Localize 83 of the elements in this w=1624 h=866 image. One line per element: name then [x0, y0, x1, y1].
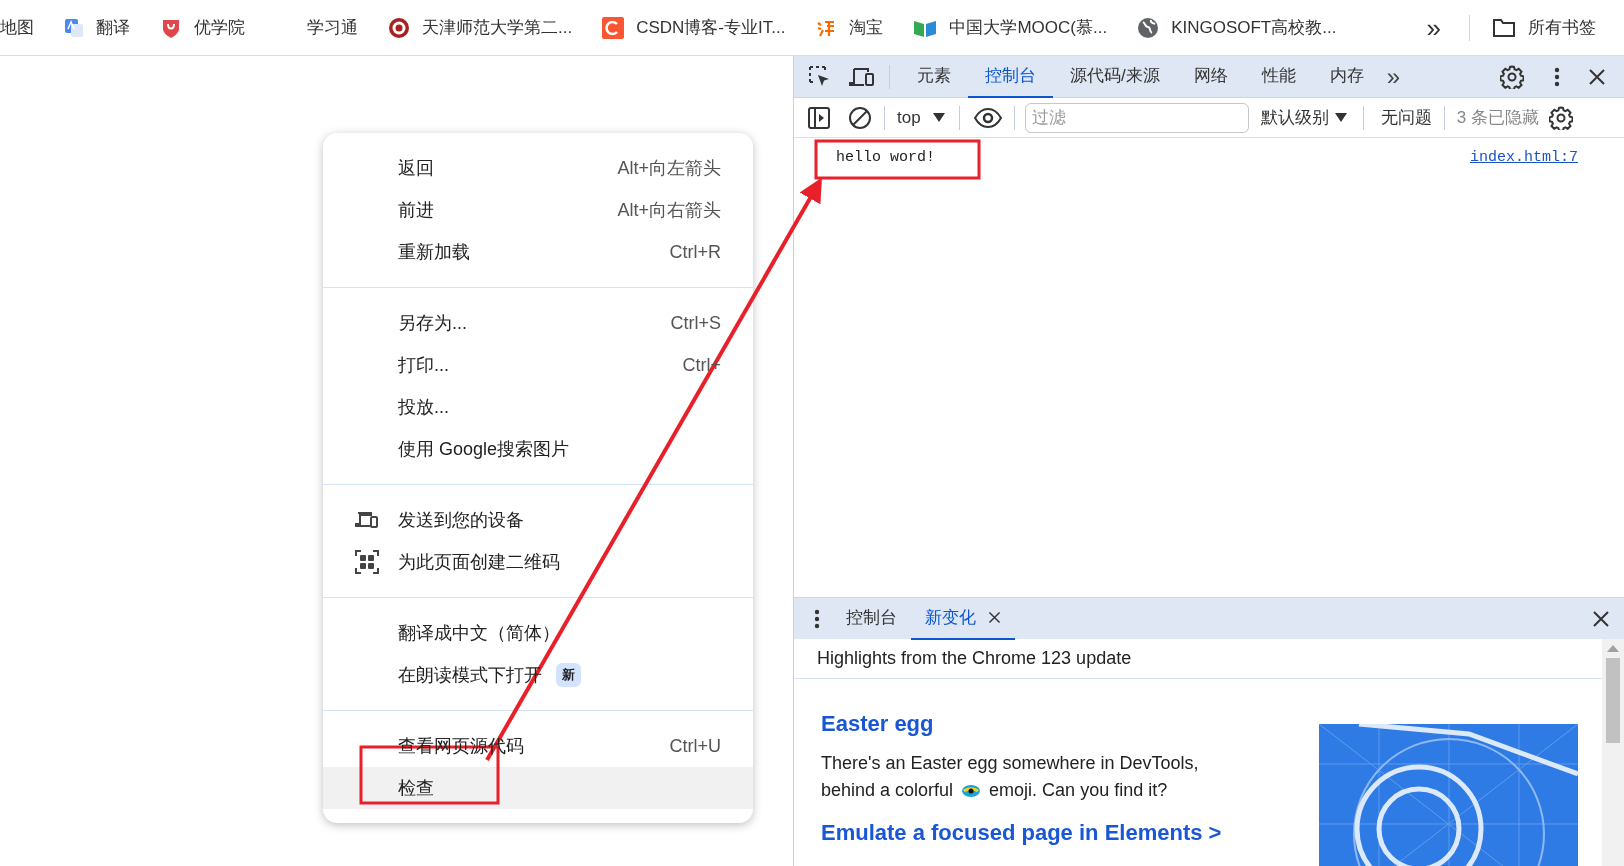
menu-item[interactable]: 翻译成中文（简体） [323, 612, 753, 654]
new-badge: 新 [556, 663, 581, 687]
shortcut-text: Ctrl+U [669, 734, 721, 758]
shortcut-text: Alt+向右箭头 [617, 198, 721, 222]
translate-icon [64, 17, 84, 38]
more-bookmarks-button[interactable]: » [1416, 14, 1451, 41]
menu-item[interactable]: 返回 Alt+向左箭头 [323, 147, 753, 189]
shortcut-text: Ctrl+R [669, 240, 721, 264]
more-options-icon[interactable] [1554, 66, 1560, 87]
bookmark-link[interactable]: 翻译 [64, 14, 130, 41]
menu-item[interactable]: 重新加载 Ctrl+R [323, 231, 753, 273]
more-tabs-button[interactable]: » [1380, 64, 1407, 89]
tab-label: 控制台 [846, 606, 897, 629]
menu-item[interactable]: 使用 Google搜索图片 [323, 428, 753, 470]
menu-item-label: 返回 [398, 156, 434, 180]
bookmark-link[interactable]: 中国大学MOOC(慕... [913, 14, 1108, 41]
body-text: emoji. Can you find it? [989, 779, 1168, 802]
menu-item[interactable]: 前进 Alt+向右箭头 [323, 189, 753, 231]
console-message: hello word! [836, 147, 936, 168]
drawer-tab[interactable]: 新变化 [911, 597, 1015, 640]
devtools-tab[interactable]: 内存 [1312, 55, 1381, 98]
filter-field[interactable]: 过滤 [1024, 102, 1249, 133]
drawer-tab[interactable]: 控制台 [832, 597, 911, 640]
menu-item-label: 打印... [398, 353, 449, 377]
settings-icon[interactable] [1548, 105, 1573, 130]
whats-new-header: Highlights from the Chrome 123 update [794, 639, 1602, 679]
hidden-count: 3 条已隐藏 [1456, 106, 1539, 129]
menu-item-label: 使用 Google搜索图片 [398, 437, 570, 461]
tab-label: 新变化 [925, 606, 976, 629]
c-logo-icon [602, 16, 625, 39]
body-text: behind a colorful [821, 779, 954, 802]
bookmark-link[interactable]: 淘宝 [815, 14, 884, 41]
menu-item-label: 检查 [398, 776, 434, 800]
menu-item-label: 另存为... [398, 311, 467, 335]
sidebar-toggle-icon[interactable] [808, 106, 830, 129]
clear-console-icon[interactable] [848, 105, 872, 130]
devtools-tab[interactable]: 元素 [900, 55, 968, 98]
caret-icon [932, 113, 945, 122]
settings-icon[interactable] [1500, 64, 1524, 89]
issues-button[interactable]: 无问题 [1380, 104, 1432, 131]
bookmark-link[interactable]: 学习通 [275, 14, 358, 41]
close-icon[interactable] [1592, 609, 1610, 628]
menu-item[interactable]: 为此页面创建二维码 [323, 541, 753, 583]
globe-icon [1137, 16, 1160, 39]
feature-heading[interactable]: Easter egg [821, 707, 1602, 740]
devtools-tab[interactable]: 网络 [1176, 55, 1245, 98]
more-options-icon[interactable] [814, 608, 820, 629]
devtools-tab[interactable]: 源代码/来源 [1053, 55, 1177, 98]
bookmark-link[interactable]: CSDN博客-专业IT... [602, 14, 786, 41]
all-bookmarks-link[interactable]: 所有书签 [1492, 14, 1596, 41]
caret-icon [1334, 113, 1347, 122]
menu-item-label: 前进 [398, 198, 434, 222]
globe-emoji-icon [961, 782, 982, 799]
feature-heading[interactable]: Emulate a focused page in Elements > [821, 816, 1602, 849]
menu-item[interactable]: 发送到您的设备 [323, 499, 753, 541]
devices-icon [355, 511, 379, 529]
menu-item-label: 重新加载 [398, 240, 470, 264]
shortcut-text: Ctrl+S [670, 311, 721, 335]
seal-icon [388, 16, 410, 39]
body-text: There's an Easter egg somewhere in DevTools, [821, 752, 1199, 775]
log-level-dropdown[interactable]: 默认级别 [1260, 104, 1347, 131]
qr-code-icon [355, 550, 379, 574]
shortcut-text: Alt+向左箭头 [617, 156, 721, 180]
bookmark-link[interactable]: 地图 [0, 14, 34, 41]
eye-icon[interactable] [973, 107, 1002, 128]
menu-item-label: 翻译成中文（简体） [398, 621, 560, 645]
menu-item-label: 发送到您的设备 [398, 508, 524, 532]
context-dropdown[interactable]: top [897, 104, 945, 131]
menu-item[interactable]: 投放... [323, 386, 753, 428]
bookmark-link[interactable]: 天津师范大学第二... [388, 14, 573, 41]
close-icon[interactable] [988, 611, 1001, 624]
close-icon[interactable] [1588, 67, 1606, 86]
menu-item[interactable]: 另存为... Ctrl+S [323, 302, 753, 344]
menu-item[interactable]: 检查 [323, 767, 753, 809]
devtools-tab[interactable]: 性能 [1244, 55, 1313, 98]
scrollbar-thumb[interactable] [1606, 658, 1620, 743]
menu-item-label: 投放... [398, 395, 449, 419]
menu-item-label: 为此页面创建二维码 [398, 550, 560, 574]
device-toggle-icon[interactable] [849, 65, 875, 88]
bookmark-link[interactable]: 优学院 [160, 14, 245, 41]
folder-icon [1492, 17, 1516, 38]
source-link[interactable]: index.html:7 [1469, 146, 1578, 170]
bookmark-link[interactable]: KINGOSOFT高校教... [1137, 14, 1337, 41]
